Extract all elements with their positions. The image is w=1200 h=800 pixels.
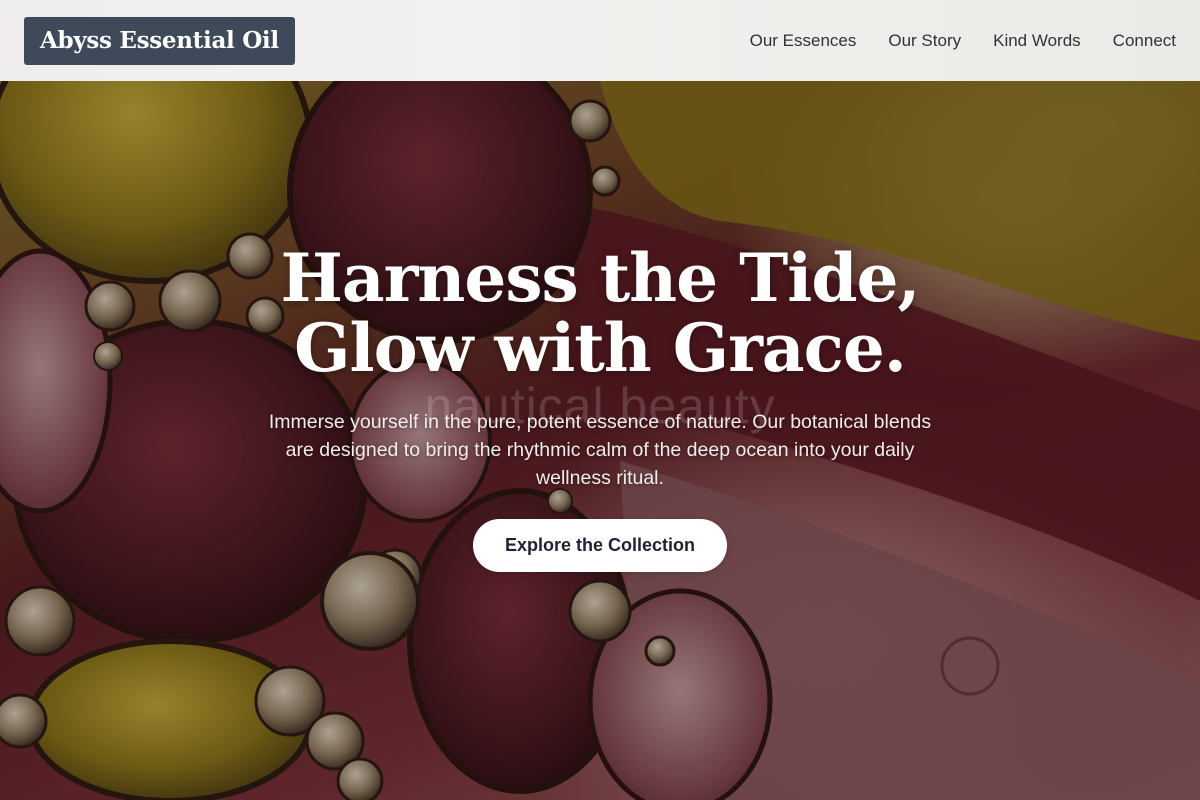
hero-section: nautical beauty Harness the Tide, Glow w… bbox=[0, 81, 1200, 800]
nav-link-connect[interactable]: Connect bbox=[1113, 31, 1176, 51]
nav-link-our-story[interactable]: Our Story bbox=[888, 31, 961, 51]
site-header: Abyss Essential Oil Our Essences Our Sto… bbox=[0, 0, 1200, 81]
explore-collection-button[interactable]: Explore the Collection bbox=[473, 519, 727, 572]
hero-title-line-1: Harness the Tide, bbox=[280, 239, 921, 317]
nav-link-kind-words[interactable]: Kind Words bbox=[993, 31, 1081, 51]
main-nav: Our Essences Our Story Kind Words Connec… bbox=[718, 31, 1176, 51]
nav-link-our-essences[interactable]: Our Essences bbox=[750, 31, 857, 51]
hero-title-line-2: Glow with Grace. bbox=[294, 309, 907, 387]
hero-subtitle: Immerse yourself in the pure, potent ess… bbox=[268, 411, 932, 489]
hero-title: Harness the Tide, Glow with Grace. bbox=[0, 243, 1200, 383]
brand-logo[interactable]: Abyss Essential Oil bbox=[24, 16, 295, 65]
